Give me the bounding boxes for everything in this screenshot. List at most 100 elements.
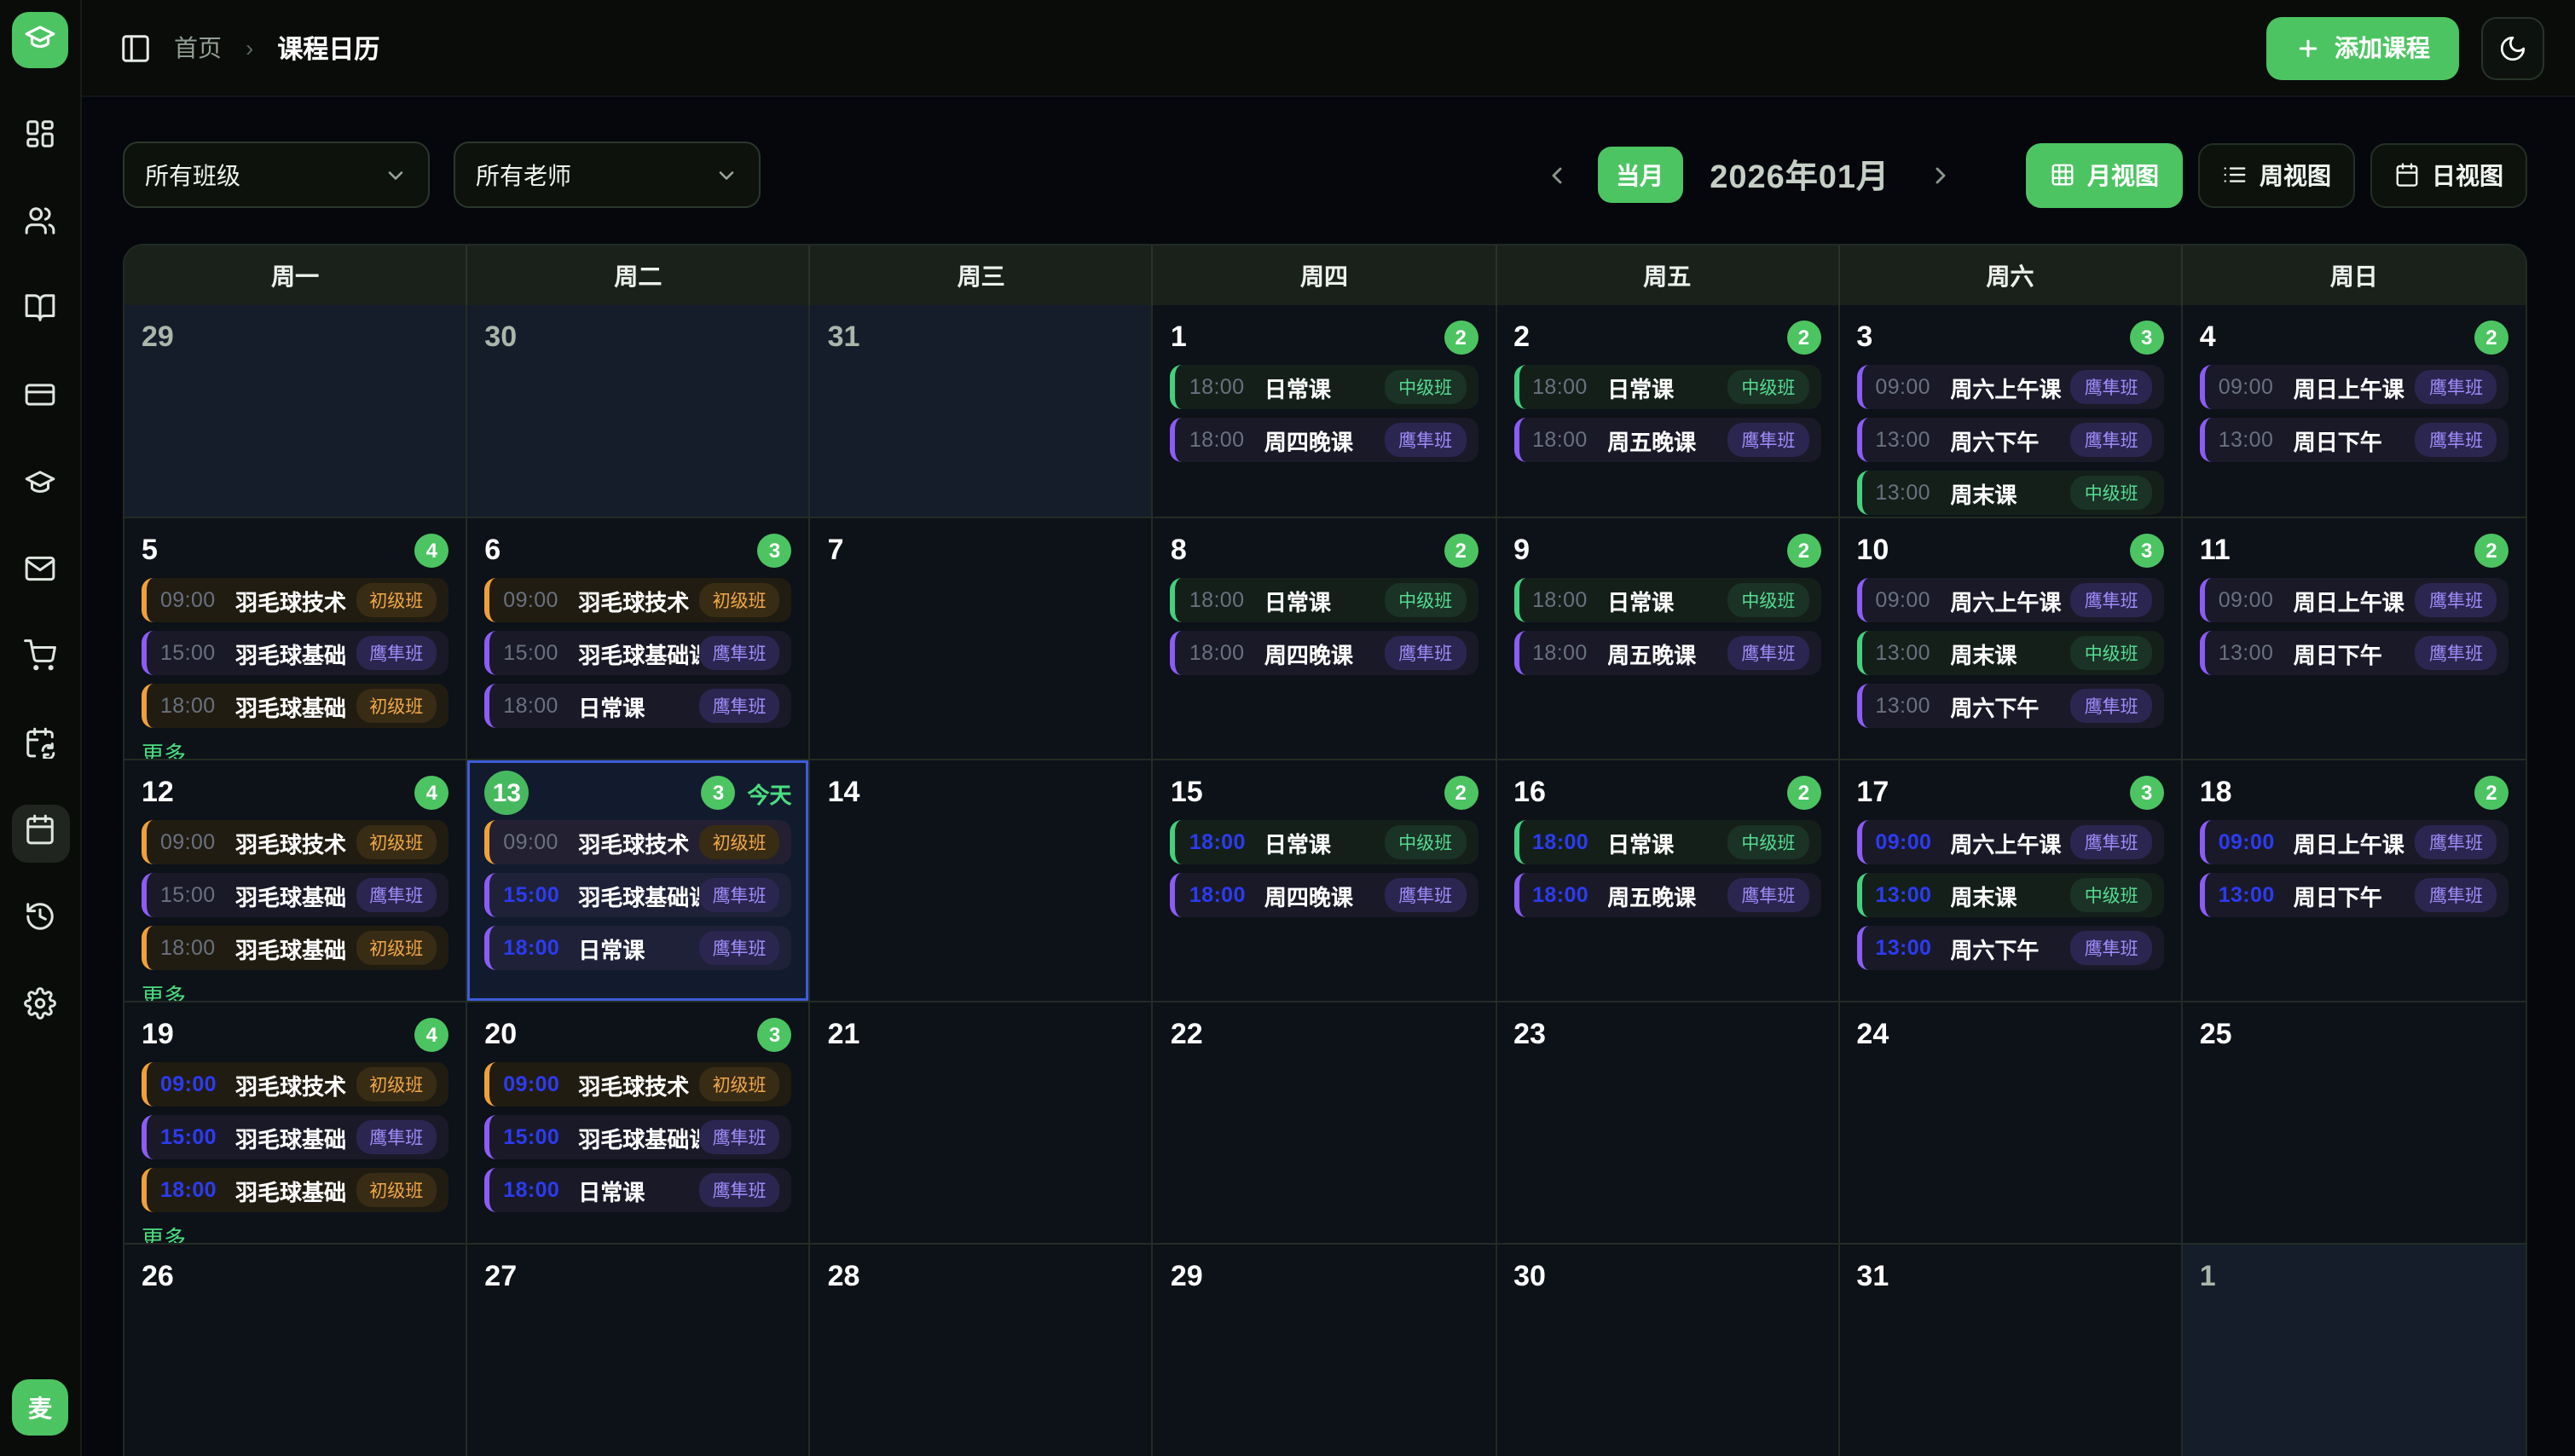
sidebar-item-schedule-sync[interactable] — [11, 718, 69, 776]
more-link[interactable]: 更多... — [142, 979, 448, 1001]
day-cell[interactable]: 3309:00周六上午课鹰隼班13:00周六下午鹰隼班13:00周末课中级班 — [1839, 305, 2182, 517]
event-item[interactable]: 18:00周五晚课鹰隼班 — [1513, 418, 1820, 462]
more-link[interactable]: 更多... — [142, 737, 448, 759]
event-item[interactable]: 13:00周六下午鹰隼班 — [1856, 418, 2163, 462]
event-item[interactable]: 09:00周六上午课鹰隼班 — [1856, 820, 2163, 864]
event-item[interactable]: 15:00羽毛球基础课鹰隼班 — [484, 631, 791, 675]
event-item[interactable]: 18:00羽毛球基础初级班 — [142, 926, 448, 970]
day-cell[interactable]: 15218:00日常课中级班18:00周四晚课鹰隼班 — [1154, 760, 1496, 1001]
event-item[interactable]: 18:00周四晚课鹰隼班 — [1171, 873, 1478, 917]
sidebar-item-billing[interactable] — [11, 370, 69, 428]
sidebar-item-settings[interactable] — [11, 979, 69, 1037]
event-item[interactable]: 09:00羽毛球技术初级班 — [484, 820, 791, 864]
day-cell[interactable]: 29 — [1154, 1245, 1496, 1456]
sidebar-item-classes[interactable] — [11, 457, 69, 515]
sidebar-item-dashboard[interactable] — [11, 109, 69, 167]
event-item[interactable]: 09:00羽毛球技术初级班 — [484, 578, 791, 622]
event-item[interactable]: 18:00日常课鹰隼班 — [484, 1168, 791, 1212]
day-cell[interactable]: 4209:00周日上午课鹰隼班13:00周日下午鹰隼班 — [2183, 305, 2526, 517]
day-cell[interactable]: 28 — [811, 1245, 1154, 1456]
current-month-button[interactable]: 当月 — [1597, 147, 1682, 203]
event-item[interactable]: 09:00周六上午课鹰隼班 — [1856, 578, 2163, 622]
day-cell[interactable]: 1218:00日常课中级班18:00周四晚课鹰隼班 — [1154, 305, 1496, 517]
sidebar-item-students[interactable] — [11, 196, 69, 254]
event-item[interactable]: 18:00羽毛球基础初级班 — [142, 1168, 448, 1212]
event-item[interactable]: 13:00周六下午鹰隼班 — [1856, 926, 2163, 970]
event-item[interactable]: 09:00周日上午课鹰隼班 — [2200, 365, 2508, 409]
day-cell[interactable]: 14 — [811, 760, 1154, 1001]
view-day-button[interactable]: 日视图 — [2370, 142, 2527, 207]
event-item[interactable]: 18:00日常课中级班 — [1171, 365, 1478, 409]
event-item[interactable]: 18:00日常课中级班 — [1513, 365, 1820, 409]
theme-toggle-button[interactable] — [2481, 16, 2544, 79]
day-cell[interactable]: 27 — [467, 1245, 810, 1456]
day-cell[interactable]: 5409:00羽毛球技术初级班15:00羽毛球基础鹰隼班18:00羽毛球基础初级… — [124, 518, 467, 759]
app-logo[interactable] — [12, 12, 68, 68]
user-avatar[interactable]: 麦 — [12, 1379, 68, 1436]
day-cell[interactable]: 17309:00周六上午课鹰隼班13:00周末课中级班13:00周六下午鹰隼班 — [1839, 760, 2182, 1001]
day-cell[interactable]: 30 — [467, 305, 810, 517]
day-cell[interactable]: 16218:00日常课中级班18:00周五晚课鹰隼班 — [1496, 760, 1839, 1001]
day-cell[interactable]: 26 — [124, 1245, 467, 1456]
event-item[interactable]: 18:00日常课鹰隼班 — [484, 926, 791, 970]
event-item[interactable]: 18:00周五晚课鹰隼班 — [1513, 873, 1820, 917]
event-item[interactable]: 13:00周日下午鹰隼班 — [2200, 631, 2508, 675]
panel-toggle-icon[interactable] — [119, 32, 152, 64]
add-course-button[interactable]: 添加课程 — [2266, 16, 2459, 79]
day-cell[interactable]: 11209:00周日上午课鹰隼班13:00周日下午鹰隼班 — [2183, 518, 2526, 759]
event-item[interactable]: 09:00周日上午课鹰隼班 — [2200, 578, 2508, 622]
event-item[interactable]: 09:00周日上午课鹰隼班 — [2200, 820, 2508, 864]
sidebar-item-shop[interactable] — [11, 631, 69, 689]
event-item[interactable]: 15:00羽毛球基础鹰隼班 — [142, 631, 448, 675]
event-item[interactable]: 18:00周四晚课鹰隼班 — [1171, 418, 1478, 462]
teacher-filter-select[interactable]: 所有老师 — [454, 142, 761, 208]
event-item[interactable]: 13:00周日下午鹰隼班 — [2200, 873, 2508, 917]
event-item[interactable]: 18:00周四晚课鹰隼班 — [1171, 631, 1478, 675]
day-cell[interactable]: 12409:00羽毛球技术初级班15:00羽毛球基础鹰隼班18:00羽毛球基础初… — [124, 760, 467, 1001]
sidebar-item-history[interactable] — [11, 892, 69, 950]
day-cell[interactable]: 19409:00羽毛球技术初级班15:00羽毛球基础鹰隼班18:00羽毛球基础初… — [124, 1002, 467, 1243]
day-cell[interactable]: 23 — [1496, 1002, 1839, 1243]
event-item[interactable]: 13:00周末课中级班 — [1856, 873, 2163, 917]
event-item[interactable]: 09:00羽毛球技术初级班 — [142, 820, 448, 864]
event-item[interactable]: 18:00羽毛球基础初级班 — [142, 684, 448, 728]
view-week-button[interactable]: 周视图 — [2198, 142, 2355, 207]
day-cell[interactable]: 29 — [124, 305, 467, 517]
class-filter-select[interactable]: 所有班级 — [123, 142, 430, 208]
event-item[interactable]: 13:00周末课中级班 — [1856, 631, 2163, 675]
event-item[interactable]: 09:00羽毛球技术初级班 — [484, 1062, 791, 1106]
event-item[interactable]: 09:00周六上午课鹰隼班 — [1856, 365, 2163, 409]
day-cell[interactable]: 8218:00日常课中级班18:00周四晚课鹰隼班 — [1154, 518, 1496, 759]
sidebar-item-calendar[interactable] — [11, 805, 69, 863]
day-cell[interactable]: 25 — [2183, 1002, 2526, 1243]
event-item[interactable]: 13:00周日下午鹰隼班 — [2200, 418, 2508, 462]
day-cell[interactable]: 18209:00周日上午课鹰隼班13:00周日下午鹰隼班 — [2183, 760, 2526, 1001]
day-cell[interactable]: 133今天09:00羽毛球技术初级班15:00羽毛球基础课鹰隼班18:00日常课… — [467, 760, 810, 1001]
event-item[interactable]: 18:00日常课鹰隼班 — [484, 684, 791, 728]
event-item[interactable]: 15:00羽毛球基础课鹰隼班 — [484, 1115, 791, 1159]
day-cell[interactable]: 30 — [1496, 1245, 1839, 1456]
day-cell[interactable]: 31 — [811, 305, 1154, 517]
next-month-button[interactable] — [1917, 151, 1965, 199]
more-link[interactable]: 更多... — [142, 1221, 448, 1243]
event-item[interactable]: 15:00羽毛球基础鹰隼班 — [142, 1115, 448, 1159]
day-cell[interactable]: 10309:00周六上午课鹰隼班13:00周末课中级班13:00周六下午鹰隼班 — [1839, 518, 2182, 759]
day-cell[interactable]: 21 — [811, 1002, 1154, 1243]
breadcrumb-home[interactable]: 首页 — [174, 31, 222, 65]
event-item[interactable]: 18:00日常课中级班 — [1171, 578, 1478, 622]
event-item[interactable]: 15:00羽毛球基础课鹰隼班 — [484, 873, 791, 917]
event-item[interactable]: 13:00周末课中级班 — [1856, 471, 2163, 515]
day-cell[interactable]: 22 — [1154, 1002, 1496, 1243]
day-cell[interactable]: 9218:00日常课中级班18:00周五晚课鹰隼班 — [1496, 518, 1839, 759]
event-item[interactable]: 09:00羽毛球技术初级班 — [142, 578, 448, 622]
event-item[interactable]: 15:00羽毛球基础鹰隼班 — [142, 873, 448, 917]
day-cell[interactable]: 31 — [1839, 1245, 2182, 1456]
event-item[interactable]: 18:00日常课中级班 — [1513, 820, 1820, 864]
day-cell[interactable]: 24 — [1839, 1002, 2182, 1243]
sidebar-item-courses[interactable] — [11, 283, 69, 341]
day-cell[interactable]: 6309:00羽毛球技术初级班15:00羽毛球基础课鹰隼班18:00日常课鹰隼班 — [467, 518, 810, 759]
day-cell[interactable]: 1 — [2183, 1245, 2526, 1456]
event-item[interactable]: 18:00日常课中级班 — [1171, 820, 1478, 864]
view-month-button[interactable]: 月视图 — [2026, 142, 2183, 207]
day-cell[interactable]: 2218:00日常课中级班18:00周五晚课鹰隼班 — [1496, 305, 1839, 517]
